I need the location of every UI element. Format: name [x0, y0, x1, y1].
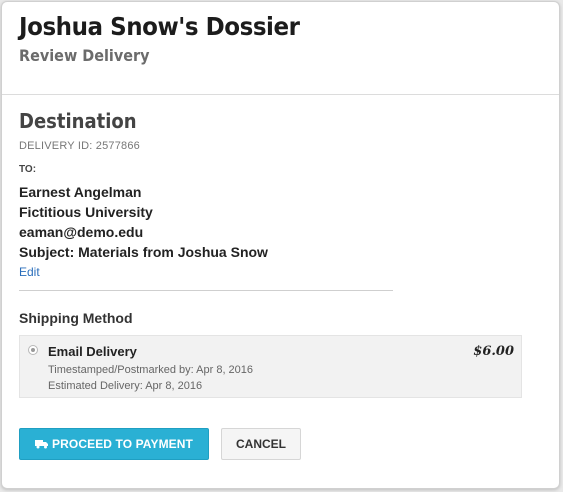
- shipping-option-estimate: Estimated Delivery: Apr 8, 2016: [48, 380, 203, 392]
- shipping-method-heading: Shipping Method: [19, 310, 133, 326]
- proceed-to-payment-button[interactable]: PROCEED TO PAYMENT: [19, 428, 209, 460]
- recipient-block: Earnest Angelman Fictitious University e…: [19, 182, 542, 262]
- shipping-option-radio[interactable]: [28, 345, 38, 355]
- cancel-button[interactable]: CANCEL: [221, 428, 301, 460]
- action-bar: PROCEED TO PAYMENT CANCEL: [19, 428, 542, 460]
- proceed-to-payment-label: PROCEED TO PAYMENT: [52, 437, 193, 451]
- to-label: TO:: [19, 164, 37, 175]
- edit-destination-link[interactable]: Edit: [19, 265, 40, 279]
- destination-heading: Destination: [19, 109, 137, 133]
- card-header: Joshua Snow's Dossier Review Delivery: [2, 2, 559, 95]
- shipping-option-name: Email Delivery: [48, 344, 137, 359]
- recipient-name: Earnest Angelman: [19, 184, 142, 200]
- recipient-organization: Fictitious University: [19, 204, 153, 220]
- shipping-option-price: $6.00: [473, 344, 514, 359]
- shipping-option-email[interactable]: Email Delivery Timestamped/Postmarked by…: [19, 335, 522, 398]
- page-subtitle: Review Delivery: [19, 46, 150, 65]
- cancel-label: CANCEL: [236, 437, 286, 451]
- recipient-email: eaman@demo.edu: [19, 224, 144, 240]
- delivery-id: DELIVERY ID: 2577866: [19, 140, 141, 152]
- shipping-option-timestamp: Timestamped/Postmarked by: Apr 8, 2016: [48, 364, 254, 376]
- page-title: Joshua Snow's Dossier: [19, 12, 300, 41]
- delivery-review-card: Joshua Snow's Dossier Review Delivery De…: [1, 1, 560, 489]
- truck-icon: [35, 440, 49, 449]
- delivery-subject: Subject: Materials from Joshua Snow: [19, 244, 268, 260]
- destination-section: Destination DELIVERY ID: 2577866 TO: Ear…: [2, 108, 559, 460]
- section-divider: [19, 290, 393, 291]
